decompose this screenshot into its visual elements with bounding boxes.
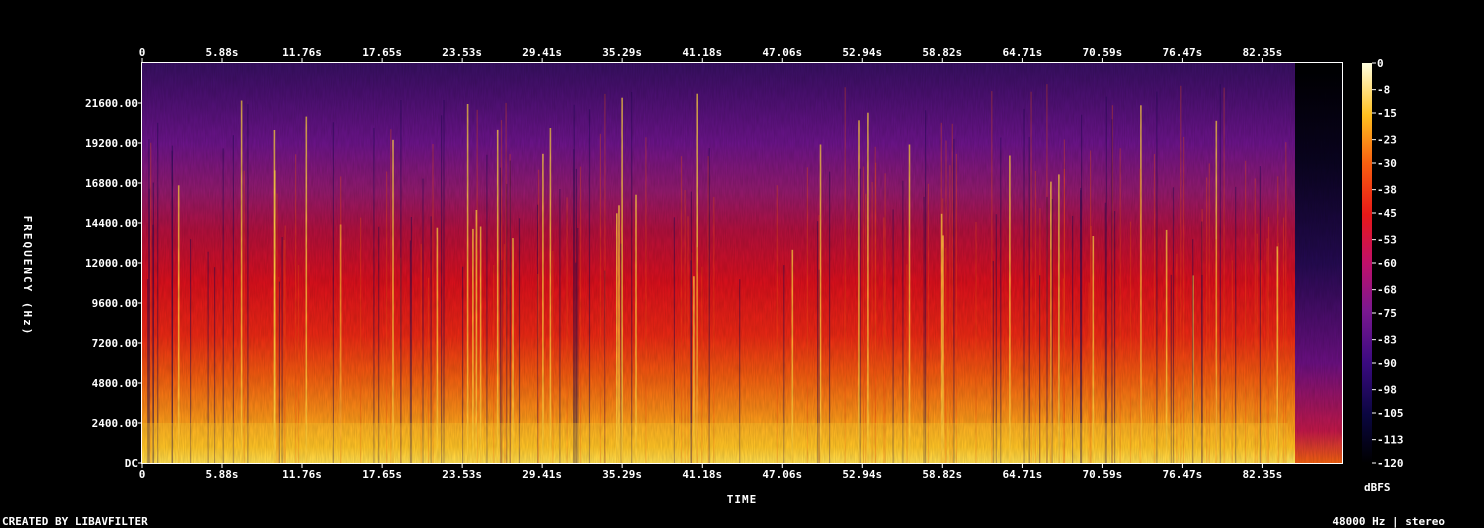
x-tick-label-top: 17.65s (362, 46, 402, 59)
x-axis-label: TIME (727, 493, 758, 506)
colorbar-gradient (1362, 63, 1372, 463)
x-tick-label-top: 23.53s (442, 46, 482, 59)
x-tick-label-top: 58.82s (922, 46, 962, 59)
colorbar-tick-label: -23 (1377, 134, 1397, 147)
x-tick-label-top: 29.41s (522, 46, 562, 59)
x-tick-label-bottom: 17.65s (362, 468, 402, 481)
x-tick-label-top: 70.59s (1083, 46, 1123, 59)
x-tick-label-bottom: 41.18s (682, 468, 722, 481)
y-axis-label: FREQUENCY (Hz) (21, 216, 34, 337)
colorbar-tick-label: -90 (1377, 357, 1397, 370)
x-tick-label-bottom: 11.76s (282, 468, 322, 481)
colorbar-tick-label: -38 (1377, 184, 1397, 197)
colorbar-tick-label: -8 (1377, 84, 1390, 97)
x-tick-label-top: 35.29s (602, 46, 642, 59)
y-axis: DC 2400.00 4800.00 7200.00 9600.00 12000.00 14… (85, 97, 142, 470)
x-tick-label-top: 41.18s (682, 46, 722, 59)
colorbar-tick-label: -68 (1377, 284, 1397, 297)
y-tick-label: 19200.00 (85, 137, 138, 150)
x-tick-label-top: 76.47s (1163, 46, 1203, 59)
colorbar-tick-label: -30 (1377, 157, 1397, 170)
spectrogram-chart: 0 5.88s 11.76s 17.65s 23.53s 29.41s 35.29s 41.1… (2, 46, 1445, 528)
footer-audio-info: 48000 Hz | stereo (1332, 515, 1445, 528)
y-tick-label: 2400.00 (92, 417, 138, 430)
colorbar-tick-label: -45 (1377, 207, 1397, 220)
x-tick-label-bottom: 0 (139, 468, 146, 481)
y-tick-label: 21600.00 (85, 97, 138, 110)
x-tick-label-bottom: 35.29s (602, 468, 642, 481)
colorbar-tick-label: 0 (1377, 57, 1384, 70)
x-tick-label-bottom: 47.06s (762, 468, 802, 481)
colorbar-tick-label: -113 (1377, 434, 1404, 447)
x-tick-label-bottom: 58.82s (922, 468, 962, 481)
x-tick-label-bottom: 52.94s (842, 468, 882, 481)
y-tick-label: 7200.00 (92, 337, 138, 350)
colorbar-ticks: 0 -8 -15 -23 -30 -38 -45 -53 -60 -68 -75 -83 -90 -98 -… (1372, 57, 1404, 470)
colorbar: 0 -8 -15 -23 -30 -38 -45 -53 -60 -68 -75 -83 -90 -98 -… (1362, 57, 1404, 494)
y-tick-label: 4800.00 (92, 377, 138, 390)
x-axis-bottom: 0 5.88s 11.76s 17.65s 23.53s 29.41s 35.29s 41.1… (139, 463, 1283, 481)
colorbar-tick-label: -120 (1377, 457, 1404, 470)
colorbar-label: dBFS (1364, 481, 1391, 494)
x-tick-label-bottom: 5.88s (205, 468, 238, 481)
x-tick-label-top: 52.94s (842, 46, 882, 59)
spectrogram-plot (141, 62, 1343, 464)
colorbar-tick-label: -53 (1377, 234, 1397, 247)
x-tick-label-top: 82.35s (1243, 46, 1283, 59)
colorbar-tick-label: -98 (1377, 384, 1397, 397)
x-tick-label-top: 47.06s (762, 46, 802, 59)
spectrogram-grain (142, 63, 1342, 463)
x-tick-label-bottom: 76.47s (1163, 468, 1203, 481)
x-tick-label-bottom: 64.71s (1003, 468, 1043, 481)
x-tick-label-bottom: 29.41s (522, 468, 562, 481)
footer-credit: CREATED BY LIBAVFILTER (2, 515, 148, 528)
colorbar-tick-label: -60 (1377, 257, 1397, 270)
y-tick-label: 14400.00 (85, 217, 138, 230)
x-tick-label-top: 0 (139, 46, 146, 59)
x-tick-label-top: 5.88s (205, 46, 238, 59)
colorbar-tick-label: -15 (1377, 107, 1397, 120)
x-tick-label-bottom: 82.35s (1243, 468, 1283, 481)
colorbar-tick-label: -105 (1377, 407, 1404, 420)
y-tick-label: 9600.00 (92, 297, 138, 310)
y-tick-label: 16800.00 (85, 177, 138, 190)
x-axis-top: 0 5.88s 11.76s 17.65s 23.53s 29.41s 35.29s 41.1… (139, 46, 1283, 63)
colorbar-tick-label: -83 (1377, 334, 1397, 347)
x-tick-label-bottom: 70.59s (1083, 468, 1123, 481)
y-tick-label: DC (125, 457, 138, 470)
x-tick-label-top: 11.76s (282, 46, 322, 59)
x-tick-label-bottom: 23.53s (442, 468, 482, 481)
x-tick-label-top: 64.71s (1003, 46, 1043, 59)
y-tick-label: 12000.00 (85, 257, 138, 270)
colorbar-tick-label: -75 (1377, 307, 1397, 320)
